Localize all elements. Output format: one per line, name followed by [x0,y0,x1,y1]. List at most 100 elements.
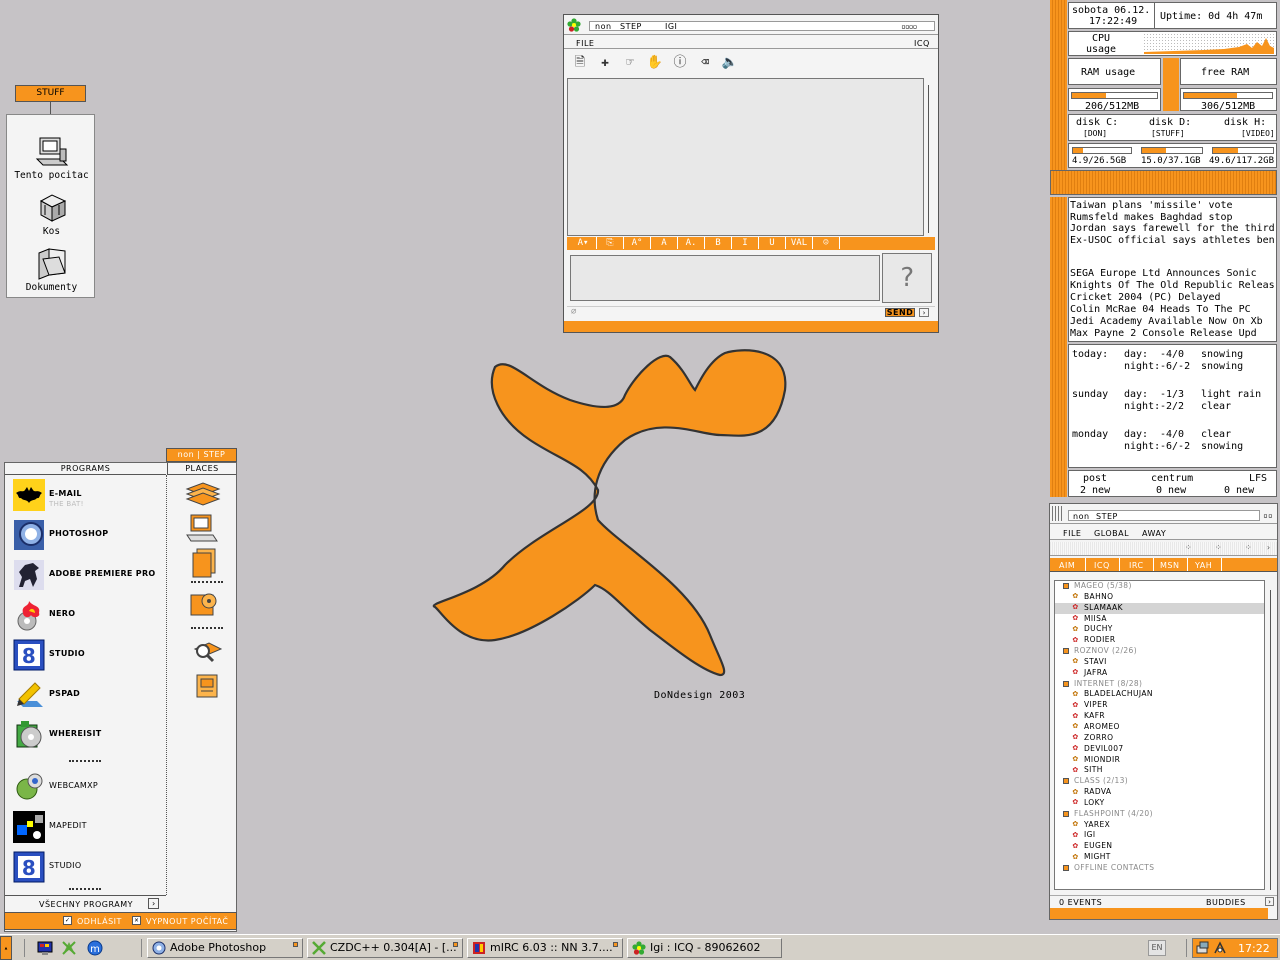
desktop-icon-trash[interactable]: Kos [7,191,96,237]
logoff-checkbox-icon[interactable]: ✓ [63,916,72,925]
program-mapedit[interactable]: MAPEDIT [13,811,171,847]
invite-icon[interactable]: ☞ [619,53,641,73]
logoff-button[interactable]: ODHLÁSIT [77,917,122,926]
buddy-item[interactable]: ✿ BLADELACHUJAN [1055,689,1264,700]
buddy-item[interactable]: ✿ DUCHY [1055,624,1264,635]
mail-lfs-name[interactable]: LFS [1249,473,1267,485]
places-documents-icon[interactable] [189,547,221,579]
buddy-group[interactable]: ROZNOV (2/26) [1055,646,1264,657]
shutdown-checkbox-icon[interactable]: ✕ [132,916,141,925]
font-button[interactable]: A [651,237,678,249]
news-item[interactable]: Cricket 2004 (PC) Delayed [1070,292,1276,304]
mail-centrum-name[interactable]: centrum [1151,473,1193,485]
buddy-window-buttons[interactable]: ▫▫ [1263,511,1273,520]
bold-button[interactable]: B [705,237,732,249]
buddy-menu-away[interactable]: AWAY [1142,529,1166,538]
language-indicator[interactable]: EN [1148,940,1166,956]
places-settings-icon[interactable] [189,589,221,619]
places-computer-icon[interactable] [185,513,221,543]
buddy-group[interactable]: INTERNET (8/28) [1055,679,1264,690]
buddy-group[interactable]: CLASS (2/13) [1055,776,1264,787]
places-run-icon[interactable] [193,671,221,701]
news-item[interactable]: Taiwan plans 'missile' vote [1070,200,1276,212]
buddy-item[interactable]: ✿ MIISA [1055,614,1264,625]
group-toggle-icon[interactable] [1063,680,1069,687]
buddy-item[interactable]: ✿ EUGEN [1055,841,1264,852]
buddy-item[interactable]: ✿ KAFR [1055,711,1264,722]
add-user-icon[interactable]: ✚ [594,53,616,73]
buddy-item[interactable]: ✿ BAHNO [1055,592,1264,603]
buddies-arrow-icon[interactable]: › [1265,897,1274,906]
desktop-icon-documents[interactable]: Dokumenty [7,245,96,293]
program-pspad[interactable]: PSPAD [13,679,171,715]
program-nero[interactable]: NERO [13,599,171,635]
buddy-group[interactable]: MAGEO (5/38) [1055,581,1264,592]
task-mirc[interactable]: mIRC 6.03 :: NN 3.7.... [467,938,623,958]
font-size-button[interactable]: A▾ [570,237,597,249]
task-photoshop[interactable]: Adobe Photoshop [147,938,303,958]
buddy-menu-global[interactable]: GLOBAL [1094,529,1129,538]
buddies-label[interactable]: BUDDIES [1206,898,1246,907]
italic-button[interactable]: I [732,237,759,249]
task-czdc[interactable]: CZDC++ 0.304[A] - [... [307,938,463,958]
icq-window-buttons[interactable]: ▫▫▫▫ [901,22,917,31]
icq-scrollbar[interactable] [928,85,932,233]
icq-menu-icq[interactable]: ICQ [914,39,930,48]
buddy-item[interactable]: ✿ DEVIL007 [1055,744,1264,755]
program-photoshop[interactable]: PHOTOSHOP [13,519,171,555]
shutdown-button[interactable]: VYPNOUT POČÍTAČ [146,917,229,926]
superscript-button[interactable]: A° [624,237,651,249]
group-toggle-icon[interactable] [1063,778,1069,785]
start-menu-header[interactable]: non | STEP [166,448,237,462]
program-studio[interactable]: 8 STUDIO [13,639,171,675]
buddy-item[interactable]: ✿ ZORRO [1055,733,1264,744]
task-icq[interactable]: Igi : ICQ - 89062602 [627,938,782,958]
buddy-titlebar[interactable]: non STEP ▫▫ [1050,504,1277,524]
buddy-item[interactable]: ✿ SITH [1055,765,1264,776]
buddy-item[interactable]: ✿ RADVA [1055,787,1264,798]
all-programs-row[interactable]: VŠECHNY PROGRAMY › [5,895,166,911]
icq-menu-file[interactable]: FILE [576,39,594,48]
news-item[interactable]: Max Payne 2 Console Release Upd [1070,328,1276,340]
eraser-icon[interactable]: ⌫ [694,53,716,73]
emoticon-button[interactable]: ☺ [813,237,840,249]
hand-icon[interactable]: ✋ [644,53,666,73]
group-toggle-icon[interactable] [1063,864,1069,871]
places-search-icon[interactable] [191,639,223,667]
tab-icq[interactable]: ICQ [1094,561,1110,570]
attach-icon[interactable]: ⌀ [571,307,576,317]
icq-message-input[interactable] [570,255,880,301]
news-item[interactable]: Rumsfeld makes Baghdad stop [1070,212,1276,224]
buddy-item[interactable]: ✿ MIGHT [1055,852,1264,863]
buddy-item[interactable]: ✿ AROMEO [1055,722,1264,733]
program-studio-2[interactable]: 8 STUDIO [13,851,171,887]
events-count[interactable]: 0 EVENTS [1059,898,1102,907]
tab-yah[interactable]: YAH [1195,561,1212,570]
copy-button[interactable]: ⎘ [597,237,624,249]
buddy-item[interactable]: ✿ STAVI [1055,657,1264,668]
buddy-group[interactable]: FLASHPOINT (4/20) [1055,809,1264,820]
places-stack-icon[interactable] [185,481,221,509]
send-arrow-icon[interactable]: › [919,308,929,317]
send-file-icon[interactable]: 🗎 [569,53,591,73]
buddy-menu-file[interactable]: FILE [1063,529,1081,538]
news-item[interactable]: Ex-USOC official says athletes ben [1070,235,1276,247]
tab-msn[interactable]: MSN [1160,561,1179,570]
program-webcamxp[interactable]: WEBCAMXP [13,771,171,807]
program-whereisit[interactable]: WHEREISIT [13,719,171,755]
sound-icon[interactable]: 🔈 [719,53,741,73]
buddy-item[interactable]: ✿ VIPER [1055,700,1264,711]
buddy-item[interactable]: ✿ YAREX [1055,820,1264,831]
group-toggle-icon[interactable] [1063,583,1069,589]
buddy-item[interactable]: ✿ IGI [1055,830,1264,841]
tab-irc[interactable]: IRC [1129,561,1144,570]
tray-clock[interactable]: 17:22 [1238,942,1270,955]
icq-history-area[interactable] [567,78,924,236]
desktop-icon-computer[interactable]: Tento pocitac [7,135,96,181]
news-item[interactable]: Knights Of The Old Republic Releas [1070,280,1276,292]
network-tray-icon[interactable] [1196,941,1210,955]
start-button[interactable]: ▴ [0,936,12,960]
quicklaunch-desktop-icon[interactable] [37,940,53,956]
quicklaunch-ie-icon[interactable]: m [87,940,103,956]
buddy-list-scrollbar[interactable] [1270,590,1274,890]
